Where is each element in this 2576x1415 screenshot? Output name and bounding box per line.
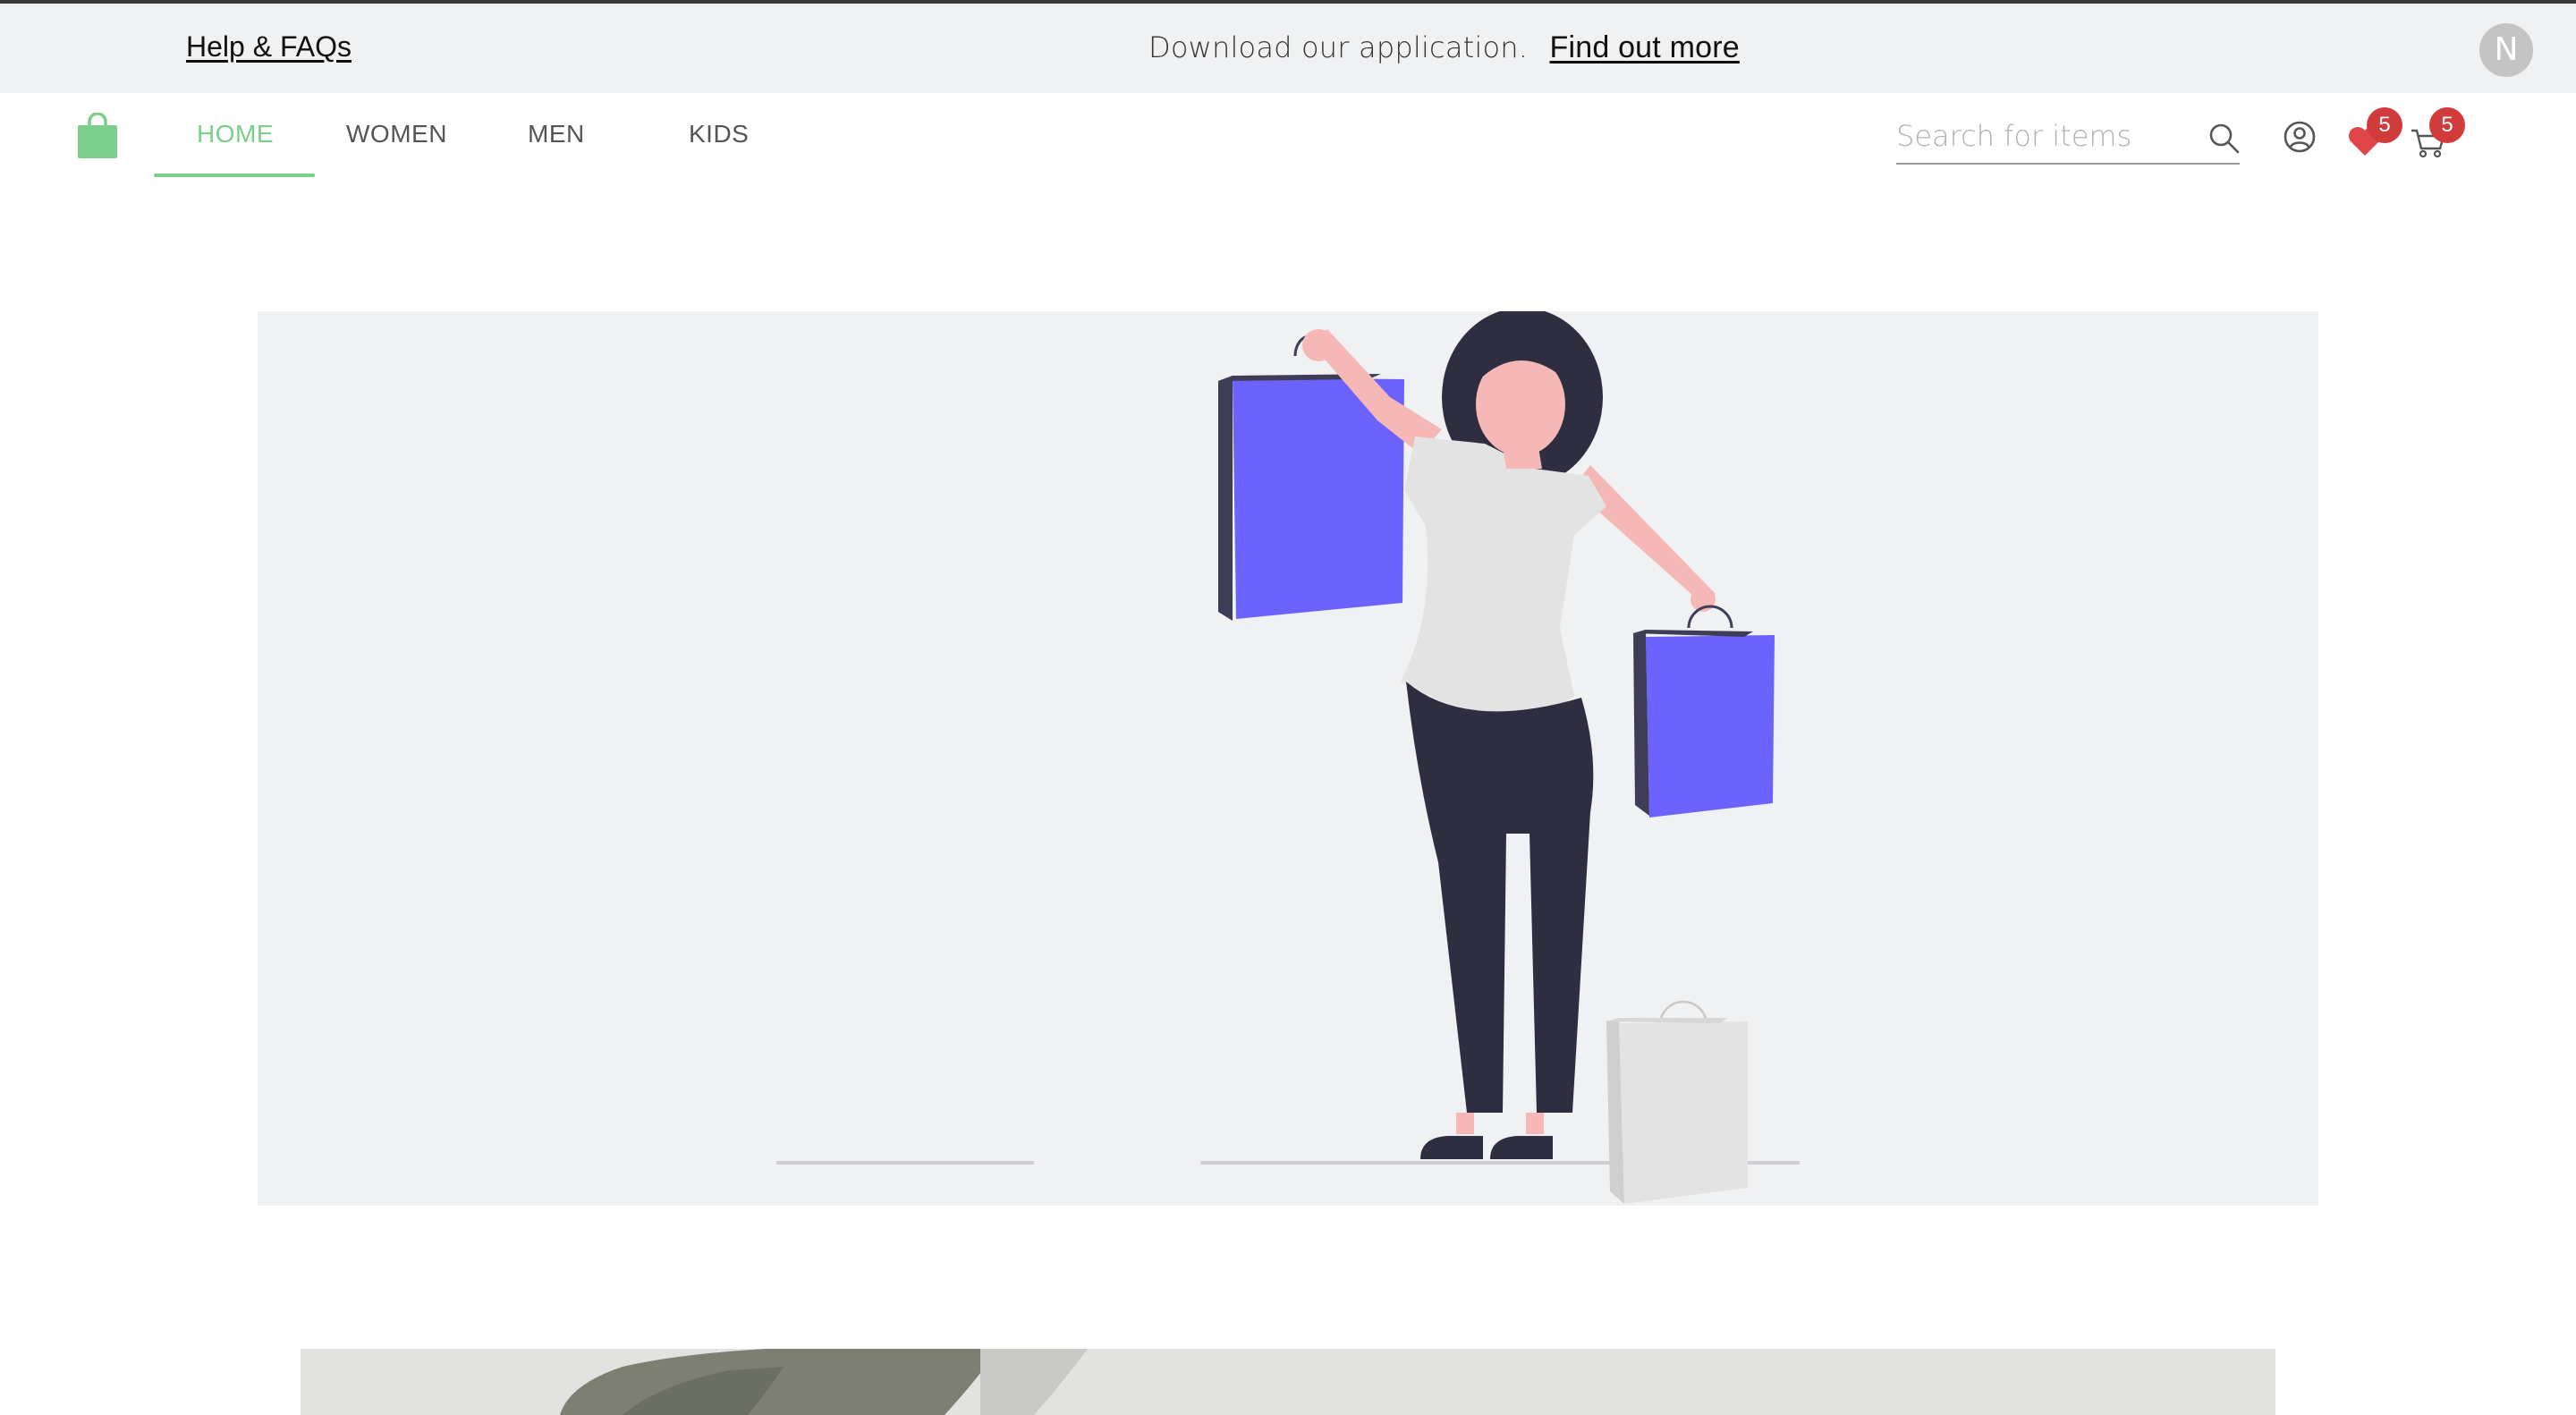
wishlist-button[interactable]: 5 (2345, 107, 2402, 161)
cart-count-badge: 5 (2429, 107, 2465, 143)
avatar[interactable]: N (2479, 23, 2533, 77)
hero-banner[interactable] (258, 311, 2318, 1206)
promo-message: Download our application. Find out more (1148, 30, 1740, 65)
help-faqs-link[interactable]: Help & FAQs (186, 30, 352, 64)
promo-text: Download our application. (1148, 30, 1529, 64)
shopping-bag-logo-icon[interactable] (77, 113, 118, 159)
main-navbar: HOME WOMEN MEN KIDS 5 5 (0, 93, 2576, 179)
wishlist-count-badge: 5 (2367, 107, 2402, 143)
active-nav-indicator (154, 174, 315, 177)
cart-button[interactable]: 5 (2410, 107, 2465, 161)
nav-women[interactable]: WOMEN (346, 120, 447, 148)
search-input[interactable] (1896, 116, 2191, 156)
fashion-photo (301, 1349, 2275, 1415)
user-account-icon[interactable] (2283, 120, 2317, 154)
search-icon[interactable] (2207, 122, 2240, 154)
nav-men[interactable]: MEN (528, 120, 585, 148)
nav-kids[interactable]: KIDS (689, 120, 749, 148)
woman-shopping-illustration (776, 311, 1800, 1204)
secondary-banner[interactable] (301, 1349, 2275, 1415)
find-out-more-link[interactable]: Find out more (1549, 30, 1739, 64)
search-bar (1896, 109, 2240, 165)
nav-home[interactable]: HOME (197, 120, 274, 148)
announcement-bar: Help & FAQs Download our application. Fi… (0, 4, 2576, 93)
